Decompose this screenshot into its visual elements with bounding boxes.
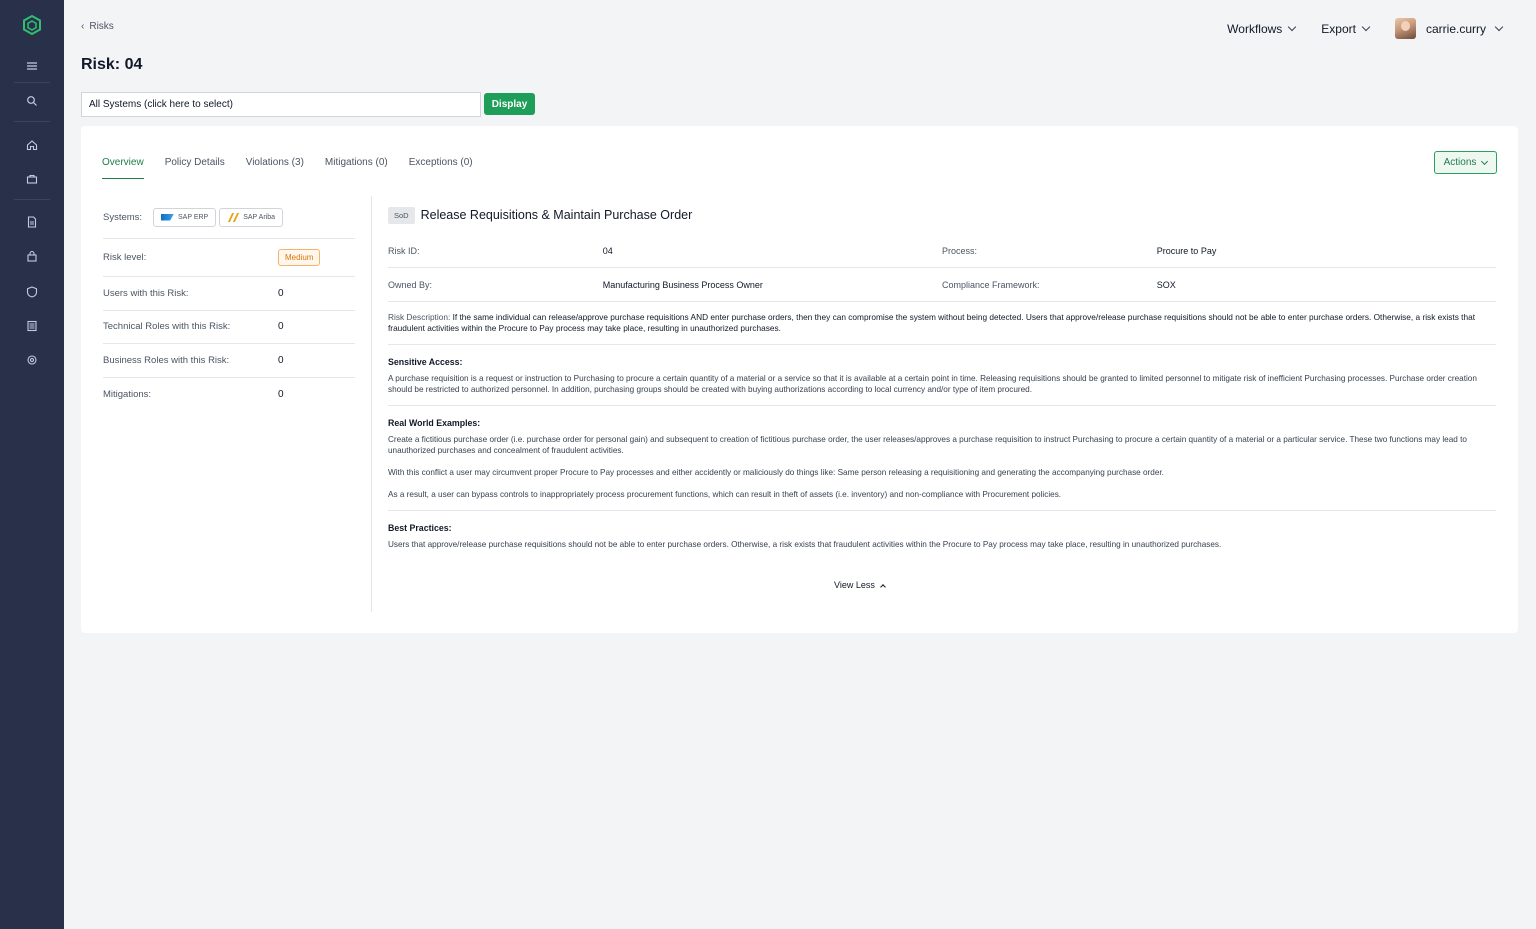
tab-exceptions[interactable]: Exceptions (0) (409, 157, 473, 179)
chevron-down-icon (1288, 22, 1297, 32)
process-value: Procure to Pay (1156, 245, 1217, 256)
mitigations-value: 0 (278, 388, 284, 400)
chevron-down-icon (1361, 22, 1371, 32)
risk-type-chip: SoD (388, 206, 415, 224)
panel-divider (371, 196, 372, 612)
business-roles-label: Business Roles with this Risk: (103, 354, 230, 366)
system-chip-sap-ariba[interactable]: SAP Ariba (219, 207, 283, 227)
breadcrumb[interactable]: ‹ Risks (81, 21, 114, 32)
logo-icon[interactable] (22, 14, 42, 36)
business-roles-row: Business Roles with this Risk: 0 (103, 344, 355, 378)
actions-label: Actions (1443, 157, 1477, 168)
export-menu[interactable]: Export (1321, 21, 1371, 36)
settings-icon[interactable] (24, 352, 40, 368)
risk-summary: Systems: SAP ERP SAP Ariba Risk level: M… (103, 196, 355, 411)
risk-title: Release Requisitions & Maintain Purchase… (420, 208, 693, 222)
business-roles-value: 0 (278, 354, 284, 366)
users-value: 0 (278, 287, 284, 299)
owned-by-value: Manufacturing Business Process Owner (602, 279, 763, 290)
users-row: Users with this Risk: 0 (103, 277, 355, 311)
sap-logo-icon (161, 213, 174, 221)
username: carrie.curry (1425, 21, 1486, 36)
search-icon[interactable] (24, 93, 40, 109)
tab-violations[interactable]: Violations (3) (246, 157, 304, 179)
system-chip-sap-erp[interactable]: SAP ERP (153, 207, 217, 227)
best-practices-heading: Best Practices: (388, 523, 452, 533)
real-world-heading: Real World Examples: (388, 418, 481, 428)
home-icon[interactable] (24, 137, 40, 153)
risk-heading: SoD Release Requisitions & Maintain Purc… (388, 196, 1496, 234)
owned-by-label: Owned By: (388, 279, 433, 290)
avatar (1394, 18, 1416, 39)
systems-row: Systems: SAP ERP SAP Ariba (103, 196, 355, 239)
shield-icon[interactable] (24, 284, 40, 300)
mitigations-row: Mitigations: 0 (103, 378, 355, 412)
user-menu[interactable]: carrie.curry (1394, 18, 1504, 39)
technical-roles-value: 0 (278, 321, 284, 333)
risk-id-value: 04 (602, 245, 613, 256)
display-button[interactable]: Display (484, 93, 535, 115)
sensitive-access-text: A purchase requisition is a request or i… (388, 374, 1477, 394)
real-world-text-1: Create a fictitious purchase order (i.e.… (388, 435, 1467, 455)
export-label: Export (1321, 21, 1356, 36)
risk-id-label: Risk ID: (388, 245, 420, 256)
risk-level-label: Risk level: (103, 252, 147, 263)
chevron-up-icon (880, 583, 886, 590)
risk-description-text: If the same individual can release/appro… (388, 312, 1476, 333)
tab-mitigations[interactable]: Mitigations (0) (325, 157, 388, 179)
technical-roles-row: Technical Roles with this Risk: 0 (103, 311, 355, 344)
sensitive-access-section: Sensitive Access: A purchase requisition… (388, 345, 1496, 406)
technical-roles-label: Technical Roles with this Risk: (103, 321, 231, 333)
sidebar-divider (14, 82, 50, 83)
best-practices-text: Users that approve/release purchase requ… (388, 540, 1222, 549)
chevron-down-icon (1494, 22, 1504, 32)
framework-value: SOX (1156, 279, 1176, 290)
framework-label: Compliance Framework: (942, 279, 1040, 290)
systems-label: Systems: (103, 211, 143, 223)
system-select-input[interactable]: All Systems (click here to select) (81, 92, 481, 117)
workflows-label: Workflows (1227, 21, 1283, 36)
view-less-label: View Less (834, 580, 875, 590)
actions-button[interactable]: Actions (1434, 151, 1497, 174)
real-world-section: Real World Examples: Create a fictitious… (388, 406, 1496, 511)
users-label: Users with this Risk: (103, 287, 189, 299)
breadcrumb-risks[interactable]: Risks (89, 21, 113, 32)
lock-icon[interactable] (24, 248, 40, 264)
risk-card: Overview Policy Details Violations (3) M… (81, 126, 1518, 633)
detail-row: Owned By: Manufacturing Business Process… (388, 268, 1496, 302)
best-practices-section: Best Practices: Users that approve/relea… (388, 511, 1496, 560)
process-label: Process: (942, 245, 978, 256)
risk-description-label: Risk Description: (388, 312, 451, 322)
view-less-button[interactable]: View Less (834, 580, 886, 590)
real-world-text-2: With this conflict a user may circumvent… (388, 468, 1164, 477)
workflows-menu[interactable]: Workflows (1227, 21, 1297, 36)
risk-level-row: Risk level: Medium (103, 239, 355, 277)
menu-icon[interactable] (24, 58, 40, 74)
mitigations-label: Mitigations: (103, 388, 152, 400)
system-chip-label: SAP ERP (178, 213, 209, 221)
risk-description: Risk Description: If the same individual… (388, 302, 1496, 345)
briefcase-icon[interactable] (24, 171, 40, 187)
sidebar-divider (14, 121, 50, 122)
real-world-text-3: As a result, a user can bypass controls … (388, 490, 1062, 499)
ariba-logo-icon (227, 213, 239, 222)
chevron-down-icon (1481, 157, 1489, 165)
tab-overview[interactable]: Overview (102, 157, 144, 179)
risk-detail: SoD Release Requisitions & Maintain Purc… (388, 196, 1496, 560)
chevron-left-icon: ‹ (81, 21, 85, 32)
page-title: Risk: 04 (81, 56, 143, 73)
risk-level-badge: Medium (278, 249, 321, 266)
tab-bar: Overview Policy Details Violations (3) M… (102, 157, 473, 179)
detail-row: Risk ID: 04 Process: Procure to Pay (388, 234, 1496, 268)
system-chip-label: SAP Ariba (243, 213, 275, 221)
report-icon[interactable] (24, 318, 40, 334)
document-icon[interactable] (24, 214, 40, 230)
sidebar-divider (14, 199, 50, 200)
tab-policy-details[interactable]: Policy Details (165, 157, 225, 179)
sensitive-access-heading: Sensitive Access: (388, 357, 463, 367)
top-nav: Workflows Export carrie.curry (1227, 18, 1504, 39)
sidebar (0, 0, 64, 929)
